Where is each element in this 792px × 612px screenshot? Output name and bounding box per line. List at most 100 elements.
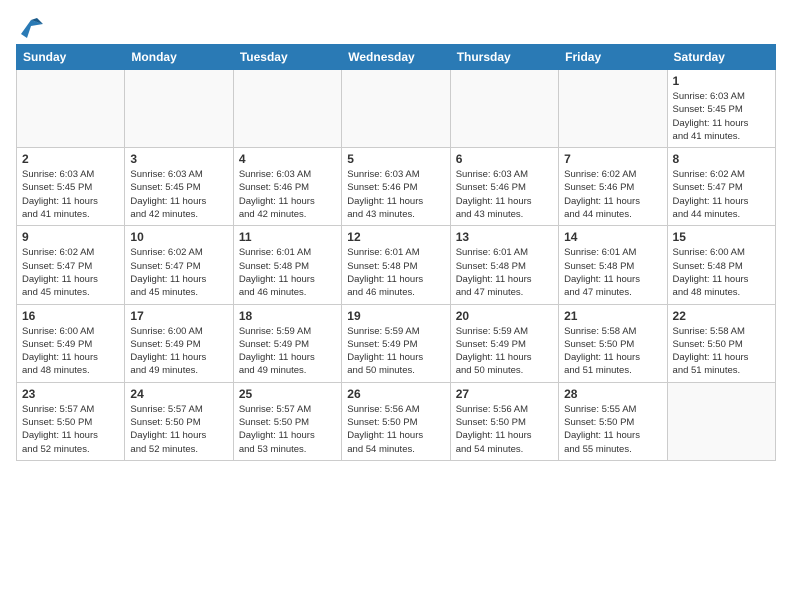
day-number: 16 <box>22 309 119 323</box>
calendar-cell <box>342 70 450 148</box>
logo <box>16 16 43 36</box>
calendar-cell: 6 Sunrise: 6:03 AM Sunset: 5:46 PM Daylig… <box>450 148 558 226</box>
calendar-cell: 11Sunrise: 6:01 AM Sunset: 5:48 PM Dayli… <box>233 226 341 304</box>
day-info: Sunrise: 6:02 AM Sunset: 5:46 PM Dayligh… <box>564 168 661 221</box>
day-info: Sunrise: 6:02 AM Sunset: 5:47 PM Dayligh… <box>22 246 119 299</box>
calendar-cell <box>667 382 775 460</box>
day-info: Sunrise: 6:03 AM Sunset: 5:46 PM Dayligh… <box>239 168 336 221</box>
calendar-cell: 27Sunrise: 5:56 AM Sunset: 5:50 PM Dayli… <box>450 382 558 460</box>
day-number: 25 <box>239 387 336 401</box>
day-number: 9 <box>22 230 119 244</box>
calendar-cell <box>559 70 667 148</box>
calendar-cell: 15 Sunrise: 6:00 AM Sunset: 5:48 PM Dayli… <box>667 226 775 304</box>
day-info: Sunrise: 6:01 AM Sunset: 5:48 PM Dayligh… <box>347 246 444 299</box>
calendar-week-row: 1 Sunrise: 6:03 AM Sunset: 5:45 PM Daylig… <box>17 70 776 148</box>
calendar-cell: 14 Sunrise: 6:01 AM Sunset: 5:48 PM Dayli… <box>559 226 667 304</box>
calendar-week-row: 23 Sunrise: 5:57 AM Sunset: 5:50 PM Dayli… <box>17 382 776 460</box>
calendar-cell: 26 Sunrise: 5:56 AM Sunset: 5:50 PM Dayli… <box>342 382 450 460</box>
calendar-cell: 5 Sunrise: 6:03 AM Sunset: 5:46 PM Daylig… <box>342 148 450 226</box>
day-info: Sunrise: 5:57 AM Sunset: 5:50 PM Dayligh… <box>22 403 119 456</box>
calendar-table: SundayMondayTuesdayWednesdayThursdayFrid… <box>16 44 776 461</box>
weekday-header-sunday: Sunday <box>17 45 125 70</box>
day-info: Sunrise: 5:58 AM Sunset: 5:50 PM Dayligh… <box>564 325 661 378</box>
day-info: Sunrise: 5:59 AM Sunset: 5:49 PM Dayligh… <box>456 325 553 378</box>
day-number: 5 <box>347 152 444 166</box>
day-number: 28 <box>564 387 661 401</box>
day-number: 11 <box>239 230 336 244</box>
calendar-cell <box>450 70 558 148</box>
calendar-cell <box>125 70 233 148</box>
calendar-cell: 3 Sunrise: 6:03 AM Sunset: 5:45 PM Daylig… <box>125 148 233 226</box>
calendar-cell: 16Sunrise: 6:00 AM Sunset: 5:49 PM Dayli… <box>17 304 125 382</box>
day-info: Sunrise: 6:00 AM Sunset: 5:49 PM Dayligh… <box>130 325 227 378</box>
day-info: Sunrise: 6:03 AM Sunset: 5:45 PM Dayligh… <box>673 90 770 143</box>
day-number: 21 <box>564 309 661 323</box>
weekday-header-monday: Monday <box>125 45 233 70</box>
calendar-cell: 10 Sunrise: 6:02 AM Sunset: 5:47 PM Dayli… <box>125 226 233 304</box>
calendar-cell: 1 Sunrise: 6:03 AM Sunset: 5:45 PM Daylig… <box>667 70 775 148</box>
calendar-cell <box>233 70 341 148</box>
weekday-header-thursday: Thursday <box>450 45 558 70</box>
day-number: 20 <box>456 309 553 323</box>
day-info: Sunrise: 5:56 AM Sunset: 5:50 PM Dayligh… <box>347 403 444 456</box>
day-number: 3 <box>130 152 227 166</box>
day-info: Sunrise: 6:02 AM Sunset: 5:47 PM Dayligh… <box>673 168 770 221</box>
calendar-week-row: 16 Sunrise: 6:00 AM Sunset: 5:49 PM Dayli… <box>17 304 776 382</box>
day-number: 23 <box>22 387 119 401</box>
calendar-cell: 9 Sunrise: 6:02 AM Sunset: 5:47 PM Daylig… <box>17 226 125 304</box>
day-info: Sunrise: 6:02 AM Sunset: 5:47 PM Dayligh… <box>130 246 227 299</box>
calendar-cell <box>17 70 125 148</box>
calendar-cell: 22 Sunrise: 5:58 AM Sunset: 5:50 PM Dayli… <box>667 304 775 382</box>
day-info: Sunrise: 6:01 AM Sunset: 5:48 PM Dayligh… <box>456 246 553 299</box>
calendar-cell: 20 Sunrise: 5:59 AM Sunset: 5:49 PM Dayli… <box>450 304 558 382</box>
weekday-header-tuesday: Tuesday <box>233 45 341 70</box>
calendar-cell: 8 Sunrise: 6:02 AM Sunset: 5:47 PM Daylig… <box>667 148 775 226</box>
calendar-cell: 12 Sunrise: 6:01 AM Sunset: 5:48 PM Dayli… <box>342 226 450 304</box>
weekday-header-friday: Friday <box>559 45 667 70</box>
day-number: 13 <box>456 230 553 244</box>
day-number: 17 <box>130 309 227 323</box>
day-info: Sunrise: 6:03 AM Sunset: 5:45 PM Dayligh… <box>22 168 119 221</box>
calendar-cell: 13 Sunrise: 6:01 AM Sunset: 5:48 PM Dayli… <box>450 226 558 304</box>
day-info: Sunrise: 6:01 AM Sunset: 5:48 PM Dayligh… <box>564 246 661 299</box>
day-info: Sunrise: 5:57 AM Sunset: 5:50 PM Dayligh… <box>239 403 336 456</box>
day-info: Sunrise: 6:03 AM Sunset: 5:45 PM Dayligh… <box>130 168 227 221</box>
day-number: 15 <box>673 230 770 244</box>
calendar-cell: 25 Sunrise: 5:57 AM Sunset: 5:50 PM Dayli… <box>233 382 341 460</box>
day-number: 27 <box>456 387 553 401</box>
day-number: 7 <box>564 152 661 166</box>
day-info: Sunrise: 5:55 AM Sunset: 5:50 PM Dayligh… <box>564 403 661 456</box>
day-info: Sunrise: 6:00 AM Sunset: 5:48 PM Dayligh… <box>673 246 770 299</box>
day-number: 1 <box>673 74 770 88</box>
calendar-cell: 2 Sunrise: 6:03 AM Sunset: 5:45 PM Daylig… <box>17 148 125 226</box>
day-number: 26 <box>347 387 444 401</box>
weekday-header-wednesday: Wednesday <box>342 45 450 70</box>
day-number: 6 <box>456 152 553 166</box>
day-info: Sunrise: 5:59 AM Sunset: 5:49 PM Dayligh… <box>347 325 444 378</box>
day-number: 24 <box>130 387 227 401</box>
page-header <box>16 16 776 36</box>
day-info: Sunrise: 6:03 AM Sunset: 5:46 PM Dayligh… <box>456 168 553 221</box>
calendar-cell: 28 Sunrise: 5:55 AM Sunset: 5:50 PM Dayli… <box>559 382 667 460</box>
calendar-cell: 4Sunrise: 6:03 AM Sunset: 5:46 PM Daylig… <box>233 148 341 226</box>
day-number: 12 <box>347 230 444 244</box>
calendar-week-row: 9 Sunrise: 6:02 AM Sunset: 5:47 PM Daylig… <box>17 226 776 304</box>
day-info: Sunrise: 6:03 AM Sunset: 5:46 PM Dayligh… <box>347 168 444 221</box>
weekday-header-saturday: Saturday <box>667 45 775 70</box>
day-number: 14 <box>564 230 661 244</box>
day-info: Sunrise: 5:59 AM Sunset: 5:49 PM Dayligh… <box>239 325 336 378</box>
day-info: Sunrise: 5:58 AM Sunset: 5:50 PM Dayligh… <box>673 325 770 378</box>
day-number: 10 <box>130 230 227 244</box>
calendar-cell: 24 Sunrise: 5:57 AM Sunset: 5:50 PM Dayli… <box>125 382 233 460</box>
calendar-cell: 19Sunrise: 5:59 AM Sunset: 5:49 PM Dayli… <box>342 304 450 382</box>
day-number: 2 <box>22 152 119 166</box>
logo-bird-icon <box>17 16 43 38</box>
calendar-cell: 18 Sunrise: 5:59 AM Sunset: 5:49 PM Dayli… <box>233 304 341 382</box>
day-info: Sunrise: 5:57 AM Sunset: 5:50 PM Dayligh… <box>130 403 227 456</box>
day-number: 18 <box>239 309 336 323</box>
weekday-header-row: SundayMondayTuesdayWednesdayThursdayFrid… <box>17 45 776 70</box>
day-number: 8 <box>673 152 770 166</box>
day-number: 22 <box>673 309 770 323</box>
calendar-cell: 7 Sunrise: 6:02 AM Sunset: 5:46 PM Daylig… <box>559 148 667 226</box>
calendar-cell: 21 Sunrise: 5:58 AM Sunset: 5:50 PM Dayli… <box>559 304 667 382</box>
